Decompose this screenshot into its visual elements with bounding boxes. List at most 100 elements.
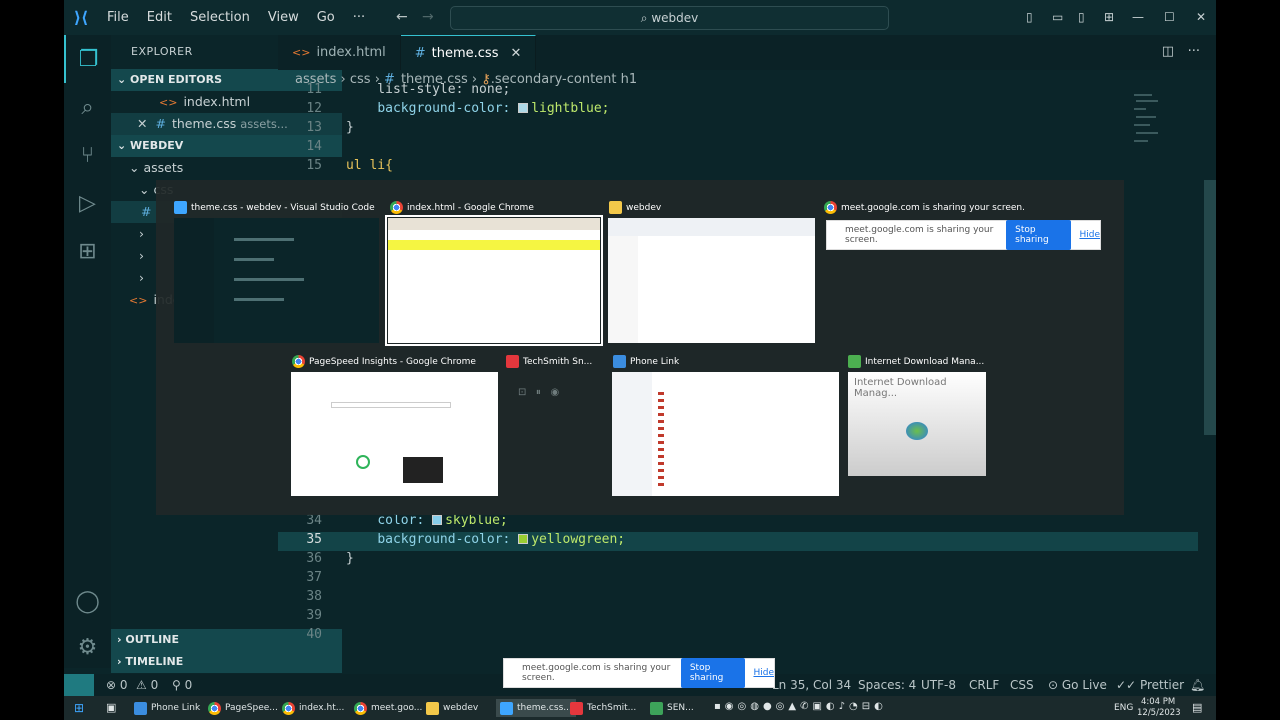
color-swatch[interactable] xyxy=(518,103,529,113)
menu-more[interactable]: ··· xyxy=(344,10,374,25)
timeline-section[interactable]: › TIMELINE xyxy=(111,651,342,673)
toggle-panel-icon[interactable]: ▭ xyxy=(1052,10,1063,24)
line-number: 36 xyxy=(306,551,322,566)
outline-label: OUTLINE xyxy=(125,633,179,646)
window-thumbnail-vscode[interactable] xyxy=(174,218,379,343)
idm-icon xyxy=(848,355,861,368)
errors-indicator[interactable]: ⊗ 0 xyxy=(106,678,128,692)
color-swatch[interactable] xyxy=(432,515,443,525)
encoding[interactable]: UTF-8 xyxy=(921,678,956,692)
clock-time[interactable]: 4:04 PM xyxy=(1141,697,1175,707)
window-thumbnail-explorer[interactable] xyxy=(608,218,815,343)
thumb-line xyxy=(234,238,294,241)
source-control-icon[interactable]: ⑂ xyxy=(64,131,111,179)
chrome-icon xyxy=(390,201,403,214)
taskbar-app-label: webdev xyxy=(443,703,479,713)
window-thumbnail-phone-link[interactable] xyxy=(612,372,839,496)
taskbar-app-techsmith[interactable]: TechSmit... xyxy=(570,699,636,717)
chrome-icon xyxy=(292,355,305,368)
css-value: lightblue; xyxy=(531,101,610,116)
window-thumbnail-techsmith[interactable]: ⊡ ⏸ ◉ xyxy=(518,387,559,398)
check-double-icon: ✓✓ xyxy=(1116,678,1140,692)
code-line: 13} xyxy=(278,120,1198,139)
tab-label: theme.css xyxy=(431,45,499,61)
taskbar-app-sen[interactable]: SEN... xyxy=(650,699,694,717)
indentation[interactable]: Spaces: 4 xyxy=(858,678,916,692)
minimap[interactable] xyxy=(1132,90,1162,150)
taskbar-app-index[interactable]: index.ht... xyxy=(282,699,344,717)
code-line: 11 list-style: none; xyxy=(278,82,1198,101)
taskbar-app-meet[interactable]: meet.goo... xyxy=(354,699,422,717)
minimize-button[interactable]: — xyxy=(1132,10,1144,24)
techsmith-icon xyxy=(570,701,583,715)
code-line: 38 xyxy=(278,589,1198,608)
taskbar-app-vscode[interactable]: theme.css... xyxy=(496,699,576,717)
go-live-button[interactable]: ⊙ Go Live xyxy=(1048,678,1107,692)
stop-sharing-button[interactable]: Stop sharing xyxy=(680,658,746,688)
menu-go[interactable]: Go xyxy=(308,10,344,25)
color-swatch[interactable] xyxy=(518,534,529,544)
menu-selection[interactable]: Selection xyxy=(181,10,259,25)
explorer-icon[interactable]: ❐ xyxy=(64,35,111,83)
menu-file[interactable]: File xyxy=(98,10,138,25)
system-tray-icons[interactable]: ▪◉◎◍●◎▲✆▣◐♪◔⊟◐ xyxy=(714,701,887,712)
taskbar-app-webdev[interactable]: webdev xyxy=(426,699,478,717)
ports-indicator[interactable]: ⚲ 0 xyxy=(172,678,192,692)
title-bar: ⟩⟨ File Edit Selection View Go ··· ← → ⌕… xyxy=(64,0,1216,35)
taskbar-app-label: theme.css... xyxy=(517,703,572,713)
window-thumbnail-pagespeed[interactable] xyxy=(291,372,498,496)
code-line: 36} xyxy=(278,551,1198,570)
forward-arrow-icon[interactable]: → xyxy=(422,9,434,25)
account-icon[interactable]: ◯ xyxy=(64,577,111,625)
cursor-position[interactable]: Ln 35, Col 34 xyxy=(772,678,851,692)
clock-date[interactable]: 12/5/2023 xyxy=(1137,708,1181,718)
customize-layout-icon[interactable]: ⊞ xyxy=(1104,10,1114,24)
menu-view[interactable]: View xyxy=(259,10,308,25)
search-icon[interactable]: ⌕ xyxy=(64,83,111,131)
css-property: background-color: xyxy=(377,101,511,116)
close-tab-icon[interactable]: ✕ xyxy=(510,46,521,61)
prettier-button[interactable]: ✓✓ Prettier xyxy=(1116,678,1184,692)
run-debug-icon[interactable]: ▷ xyxy=(64,179,111,227)
editor-more-icon[interactable]: ··· xyxy=(1188,44,1200,59)
maximize-button[interactable]: ☐ xyxy=(1164,10,1175,24)
timeline-label: TIMELINE xyxy=(125,655,184,668)
hide-link[interactable]: Hide xyxy=(753,668,774,678)
warnings-indicator[interactable]: ⚠ 0 xyxy=(136,678,158,692)
remote-indicator[interactable] xyxy=(64,674,94,696)
window-thumbnail-chrome-index[interactable] xyxy=(385,215,603,346)
window-thumbnail-meet-share[interactable]: meet.google.com is sharing your screen. … xyxy=(826,220,1101,250)
chrome-icon xyxy=(282,701,295,715)
close-window-button[interactable]: ✕ xyxy=(1196,10,1206,24)
vscode-icon xyxy=(500,701,513,715)
window-thumbnail-idm[interactable]: Internet Download Manag... xyxy=(848,372,986,476)
back-arrow-icon[interactable]: ← xyxy=(396,9,408,25)
close-icon[interactable]: ✕ xyxy=(137,116,147,131)
editor-scrollbar[interactable] xyxy=(1204,180,1216,435)
taskbar-app-label: TechSmit... xyxy=(587,703,637,713)
thumb-line xyxy=(234,298,284,301)
toggle-sidebar-icon[interactable]: ▯ xyxy=(1026,10,1033,24)
line-ending[interactable]: CRLF xyxy=(969,678,999,692)
toggle-secondary-sidebar-icon[interactable]: ▯ xyxy=(1078,10,1085,24)
notifications-bell-icon[interactable]: 🔔︎ xyxy=(1190,678,1205,692)
code-text: } xyxy=(346,120,354,135)
start-windows-icon[interactable]: ⊞ xyxy=(74,701,84,715)
window-title-text: meet.google.com is sharing your screen. xyxy=(841,202,1025,213)
extensions-icon[interactable]: ⊞ xyxy=(64,227,111,275)
taskbar-app-pagespeed[interactable]: PageSpee... xyxy=(208,699,278,717)
tab-theme-css[interactable]: # theme.css ✕ xyxy=(400,35,537,70)
settings-gear-icon[interactable]: ⚙ xyxy=(64,623,111,671)
tab-index-html[interactable]: <> index.html xyxy=(278,35,401,70)
globe-icon xyxy=(906,422,928,440)
command-center-search[interactable]: ⌕ webdev xyxy=(450,6,889,30)
input-language[interactable]: ENG xyxy=(1114,703,1133,713)
menu-edit[interactable]: Edit xyxy=(138,10,181,25)
notification-center-icon[interactable]: ▤ xyxy=(1192,701,1202,714)
taskbar-app-label: Phone Link xyxy=(151,703,201,713)
taskbar-app-phone-link[interactable]: Phone Link xyxy=(134,699,200,717)
line-number: 14 xyxy=(306,139,322,154)
language-mode[interactable]: CSS xyxy=(1010,678,1034,692)
split-editor-icon[interactable]: ◫ xyxy=(1162,44,1174,59)
task-view-icon[interactable]: ▣ xyxy=(106,701,116,714)
